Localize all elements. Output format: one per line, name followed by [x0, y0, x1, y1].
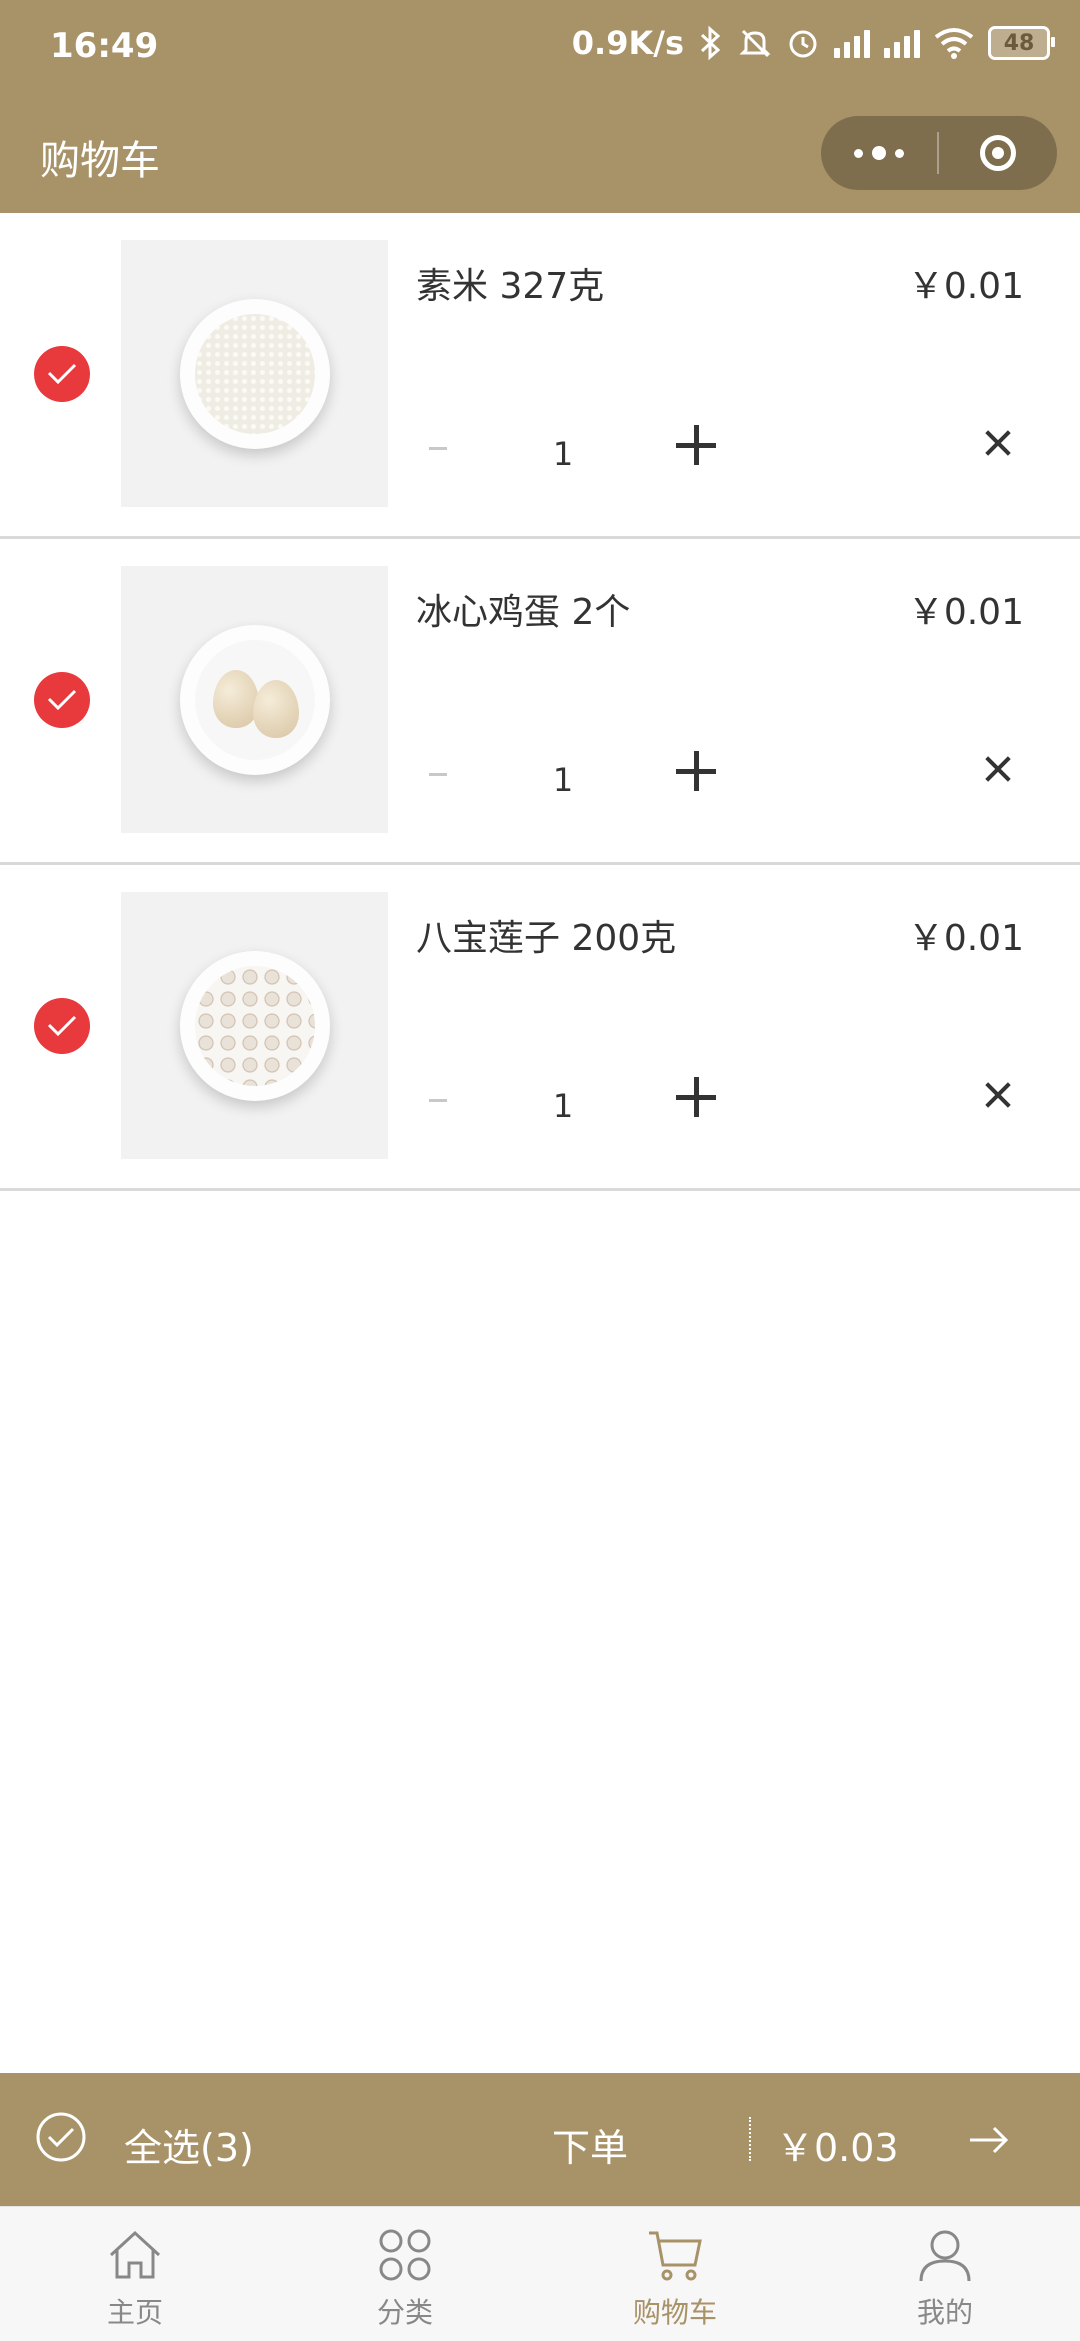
mini-program-capsule: [821, 116, 1057, 190]
product-name[interactable]: 八宝莲子 200克: [416, 909, 676, 961]
decrease-quantity-button[interactable]: [416, 759, 460, 789]
item-checkbox[interactable]: [34, 998, 90, 1054]
product-name[interactable]: 冰心鸡蛋 2个: [416, 583, 630, 635]
tab-category[interactable]: 分类: [270, 2207, 540, 2341]
product-price: ￥0.01: [907, 266, 1024, 307]
rice-plate-image: [179, 298, 330, 449]
more-button[interactable]: [821, 116, 937, 190]
tab-label: 主页: [106, 2296, 163, 2329]
minus-icon: [429, 772, 447, 776]
total-divider: [749, 2117, 751, 2161]
remove-item-button[interactable]: [978, 423, 1018, 463]
total-price: ￥0.03: [776, 2126, 899, 2170]
category-icon: [379, 2229, 431, 2281]
remove-item-button[interactable]: [978, 749, 1018, 789]
quantity-value: 1: [552, 761, 574, 799]
dot-icon: [854, 148, 863, 158]
tab-bar: 主页 分类 购物车 我的: [0, 2206, 1080, 2341]
signal-icon: [834, 28, 870, 58]
bluetooth-icon: [700, 26, 721, 60]
status-time: 16:49: [50, 26, 159, 66]
tab-label: 我的: [916, 2296, 973, 2329]
product-name[interactable]: 素米 327克: [416, 257, 604, 309]
lotus-seeds-plate-image: [179, 950, 330, 1101]
dot-icon: [872, 146, 886, 160]
select-all-checkbox[interactable]: [35, 2111, 87, 2163]
cart-icon: [649, 2231, 702, 2281]
product-price: ￥0.01: [907, 918, 1024, 959]
decrease-quantity-button[interactable]: [416, 433, 460, 463]
dot-icon: [895, 148, 904, 158]
decrease-quantity-button[interactable]: [416, 1085, 460, 1115]
minus-icon: [429, 1098, 447, 1102]
network-speed: 0.9K/s: [571, 24, 684, 62]
alarm-icon: [789, 30, 817, 58]
product-image[interactable]: [121, 240, 388, 507]
mute-icon: [739, 29, 771, 58]
item-checkbox[interactable]: [34, 346, 90, 402]
remove-item-button[interactable]: [978, 1075, 1018, 1115]
cart-list: 素米 327克 ￥0.01 1 冰心鸡蛋 2个 ￥0.01 1 八宝莲子 200…: [0, 213, 1080, 1191]
product-price: ￥0.01: [907, 592, 1024, 633]
cart-item: 素米 327克 ￥0.01 1: [0, 213, 1080, 539]
arrow-right-icon[interactable]: [966, 2117, 1012, 2163]
quantity-value: 1: [552, 1087, 574, 1125]
home-icon: [109, 2230, 161, 2279]
tab-label: 分类: [376, 2296, 433, 2329]
check-icon: [47, 1015, 77, 1037]
target-icon: [980, 135, 1016, 171]
check-icon: [47, 689, 77, 711]
tab-cart[interactable]: 购物车: [540, 2207, 810, 2341]
item-checkbox[interactable]: [34, 672, 90, 728]
select-all-label[interactable]: 全选(3): [124, 2117, 254, 2172]
minus-icon: [429, 446, 447, 450]
check-icon: [47, 363, 77, 385]
eggs-plate-image: [179, 624, 330, 775]
product-image[interactable]: [121, 566, 388, 833]
user-icon: [919, 2230, 971, 2282]
cart-item: 冰心鸡蛋 2个 ￥0.01 1: [0, 539, 1080, 865]
tab-label: 购物车: [632, 2296, 717, 2329]
close-mini-program-button[interactable]: [939, 116, 1057, 190]
top-bar: 16:49 0.9K/s 48 购物车: [0, 0, 1080, 213]
signal-icon-2: [884, 28, 920, 58]
status-indicators: 0.9K/s 48: [571, 24, 1055, 62]
cart-item: 八宝莲子 200克 ￥0.01 1: [0, 865, 1080, 1191]
battery-icon: 48: [988, 26, 1055, 60]
checkout-bar: 全选(3) 下单 ￥0.03: [0, 2073, 1080, 2206]
quantity-value: 1: [552, 435, 574, 473]
wifi-icon: [934, 28, 974, 59]
page-title: 购物车: [40, 138, 160, 184]
tab-profile[interactable]: 我的: [810, 2207, 1080, 2341]
increase-quantity-button[interactable]: [672, 747, 720, 795]
increase-quantity-button[interactable]: [672, 1073, 720, 1121]
place-order-button[interactable]: 下单: [552, 2117, 628, 2172]
tab-home[interactable]: 主页: [0, 2207, 270, 2341]
product-image[interactable]: [121, 892, 388, 1159]
increase-quantity-button[interactable]: [672, 421, 720, 469]
